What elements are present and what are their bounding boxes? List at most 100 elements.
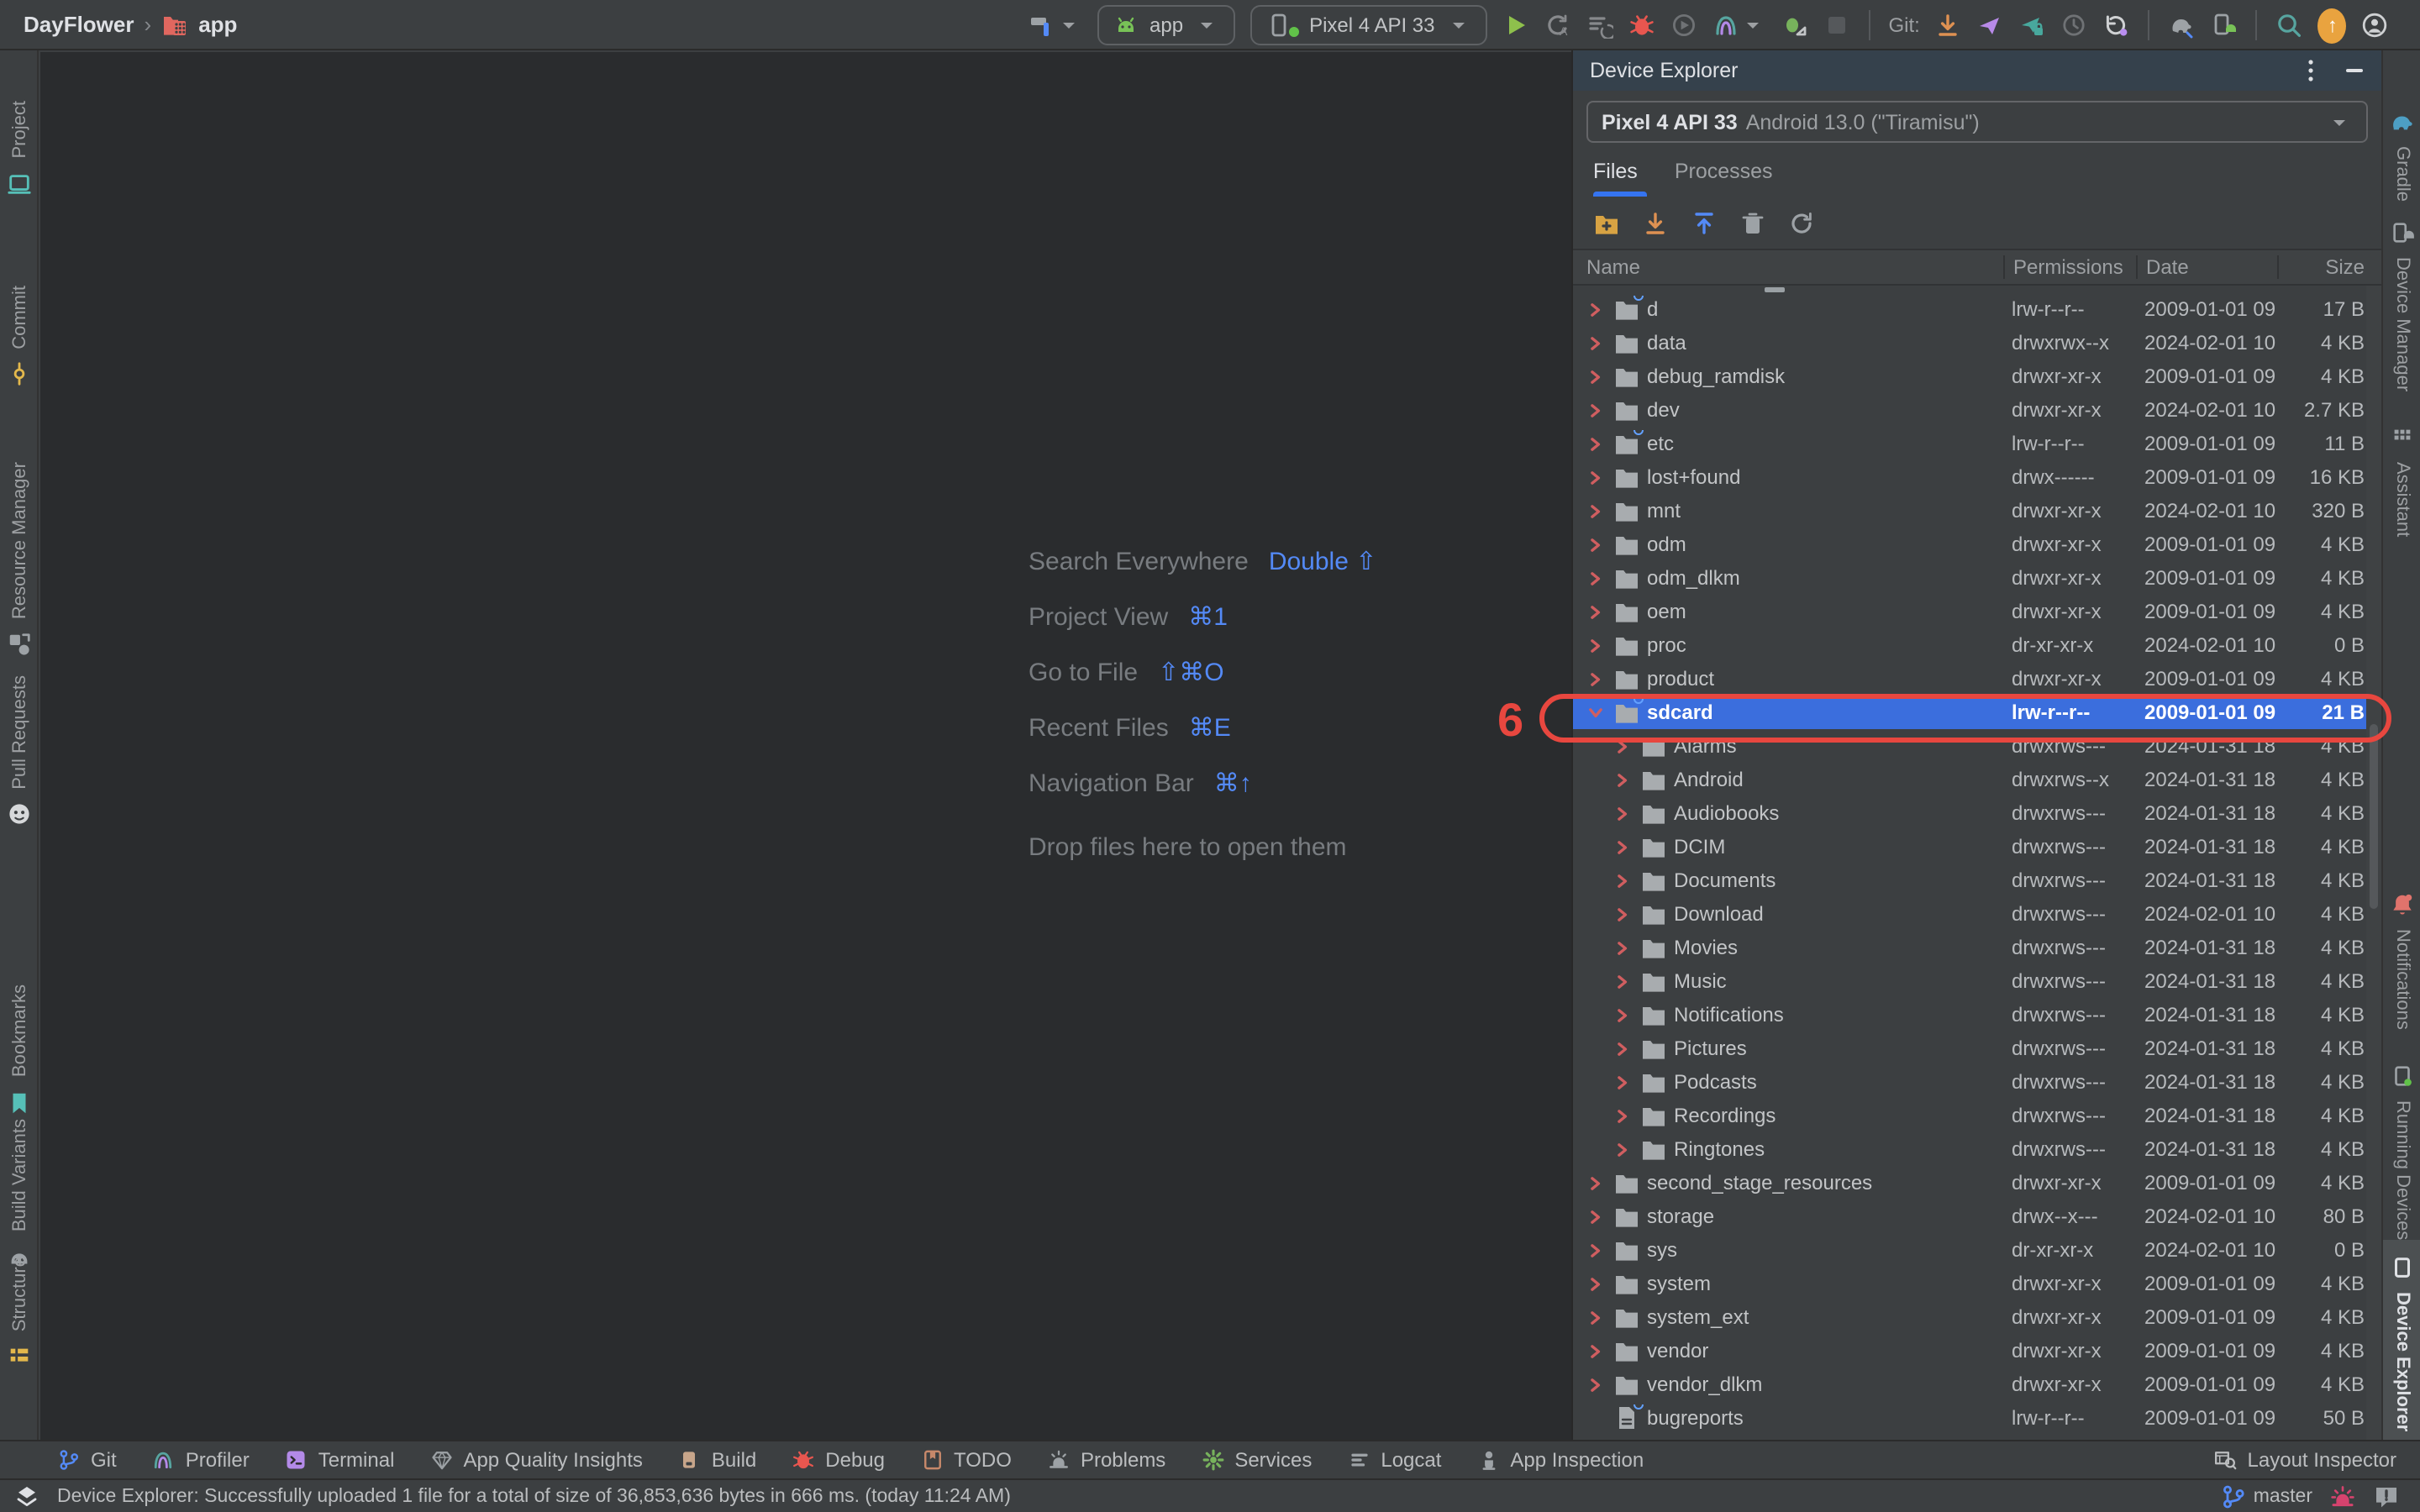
file-row-data[interactable]: datadrwxrwx--x2024-02-01 10:244 KB [1573,326,2381,360]
problems-siren-icon[interactable] [2329,1483,2356,1509]
file-row-odm_dlkm[interactable]: odm_dlkmdrwxr-xr-x2009-01-01 09:004 KB [1573,561,2381,595]
panel-minimize-icon[interactable] [2341,57,2368,84]
panel-options-icon[interactable] [2297,57,2324,84]
file-row-product[interactable]: productdrwxr-xr-x2009-01-01 09:004 KB [1573,662,2381,696]
gradle-sync-button[interactable] [2169,12,2196,39]
tool-stripe-item-running-devices[interactable]: Running Devices [2383,1062,2420,1240]
file-row-vendor[interactable]: vendordrwxr-xr-x2009-01-01 09:004 KB [1573,1334,2381,1368]
file-row-bugreports[interactable]: bugreportslrw-r--r--2009-01-01 09:0050 B [1573,1401,2381,1435]
git-push-button[interactable] [1977,12,2004,39]
file-row-dev[interactable]: devdrwxr-xr-x2024-02-01 10:242.7 KB [1573,393,2381,427]
expand-chevron-icon[interactable] [1610,871,1634,890]
column-header-permissions[interactable]: Permissions [2003,255,2136,279]
expand-chevron-icon[interactable] [1583,1308,1607,1326]
file-row-Notifications[interactable]: Notificationsdrwxrws---2024-01-31 18:594… [1573,998,2381,1032]
file-row-etc[interactable]: etclrw-r--r--2009-01-01 09:0011 B [1573,427,2381,460]
expand-chevron-icon[interactable] [1610,770,1634,789]
device-selector[interactable]: Pixel 4 API 33 Android 13.0 ("Tiramisu") [1586,101,2368,143]
expand-chevron-icon[interactable] [1583,1341,1607,1360]
git-update-button[interactable] [1935,12,1962,39]
expand-chevron-icon[interactable] [1610,972,1634,990]
tool-window-button-git[interactable]: Git [57,1448,117,1472]
stop-button[interactable] [1823,12,1850,39]
expand-chevron-icon[interactable] [1610,804,1634,822]
column-header-name[interactable]: Name [1573,255,2003,279]
file-row-debug_ramdisk[interactable]: debug_ramdiskdrwxr-xr-x2009-01-01 09:004… [1573,360,2381,393]
expand-chevron-icon[interactable] [1583,1173,1607,1192]
expand-chevron-icon[interactable] [1583,434,1607,453]
tool-window-button-problems[interactable]: Problems [1047,1448,1165,1472]
expand-chevron-icon[interactable] [1610,1005,1634,1024]
tool-stripe-item-commit[interactable]: Commit [0,286,39,388]
scrollbar[interactable] [2366,286,2381,1440]
file-row-system_ext[interactable]: system_extdrwxr-xr-x2009-01-01 09:004 KB [1573,1300,2381,1334]
file-row-DCIM[interactable]: DCIMdrwxrws---2024-01-31 18:594 KB [1573,830,2381,864]
file-row-Android[interactable]: Androiddrwxrws--x2024-01-31 18:594 KB [1573,763,2381,796]
layers-icon[interactable] [13,1483,40,1509]
expand-chevron-icon[interactable] [1583,1207,1607,1226]
file-row-Music[interactable]: Musicdrwxrws---2024-01-31 18:594 KB [1573,964,2381,998]
file-row-Podcasts[interactable]: Podcastsdrwxrws---2024-01-31 18:594 KB [1573,1065,2381,1099]
apply-changes-button[interactable]: A [1544,12,1571,39]
collapse-chevron-icon[interactable] [1583,703,1607,722]
column-header-date[interactable]: Date [2136,255,2277,279]
module-name[interactable]: app [198,12,237,37]
run-button[interactable] [1502,12,1529,39]
history-button[interactable] [2061,12,2088,39]
upload-file-button[interactable] [1691,210,1718,237]
file-row-Pictures[interactable]: Picturesdrwxrws---2024-01-31 18:594 KB [1573,1032,2381,1065]
expand-chevron-icon[interactable] [1610,737,1634,755]
apply-code-changes-button[interactable] [1586,12,1613,39]
tool-stripe-item-device-explorer[interactable]: Device Explorer [2383,1240,2420,1445]
expand-chevron-icon[interactable] [1610,1106,1634,1125]
new-folder-button[interactable] [1593,210,1620,237]
file-row-Alarms[interactable]: Alarmsdrwxrws---2024-01-31 18:594 KB [1573,729,2381,763]
profile-button[interactable] [1670,12,1697,39]
file-row-lost+found[interactable]: lost+founddrwx------2009-01-01 09:0016 K… [1573,460,2381,494]
tool-stripe-item-resource-manager[interactable]: Resource Manager [0,462,39,658]
expand-chevron-icon[interactable] [1610,938,1634,957]
expand-chevron-icon[interactable] [1583,300,1607,318]
file-row-system[interactable]: systemdrwxr-xr-x2009-01-01 09:004 KB [1573,1267,2381,1300]
expand-chevron-icon[interactable] [1583,669,1607,688]
tool-window-button-profiler[interactable]: Profiler [152,1448,250,1472]
debug-button[interactable] [1628,12,1655,39]
file-row-Recordings[interactable]: Recordingsdrwxrws---2024-01-31 18:594 KB [1573,1099,2381,1132]
file-row-oem[interactable]: oemdrwxr-xr-x2009-01-01 09:004 KB [1573,595,2381,628]
tool-window-button-terminal[interactable]: Terminal [285,1448,395,1472]
file-row-storage[interactable]: storagedrwx--x---2024-02-01 10:2480 B [1573,1200,2381,1233]
project-name[interactable]: DayFlower [24,12,134,37]
git-push-protected-button[interactable] [2019,12,2046,39]
expand-chevron-icon[interactable] [1583,1375,1607,1394]
file-row-proc[interactable]: procdr-xr-xr-x2024-02-01 10:240 B [1573,628,2381,662]
rollback-button[interactable] [2103,12,2130,39]
profiler-button[interactable] [1712,12,1766,39]
expand-chevron-icon[interactable] [1610,1073,1634,1091]
tool-stripe-item-structure[interactable]: Structure [0,1257,39,1370]
expand-chevron-icon[interactable] [1583,636,1607,654]
tool-stripe-item-pull-requests[interactable]: Pull Requests [0,675,39,828]
expand-chevron-icon[interactable] [1583,367,1607,386]
expand-chevron-icon[interactable] [1583,501,1607,520]
tool-stripe-item-notifications[interactable]: Notifications [2383,890,2420,1030]
file-row-sys[interactable]: sysdr-xr-xr-x2024-02-01 10:240 B [1573,1233,2381,1267]
expand-chevron-icon[interactable] [1583,401,1607,419]
tool-stripe-item-bookmarks[interactable]: Bookmarks [0,984,39,1116]
download-file-button[interactable] [1642,210,1669,237]
file-row-second_stage_resources[interactable]: second_stage_resourcesdrwxr-xr-x2009-01-… [1573,1166,2381,1200]
run-configuration-selector[interactable]: app [1097,5,1235,45]
expand-chevron-icon[interactable] [1583,468,1607,486]
tool-window-button-logcat[interactable]: Logcat [1347,1448,1441,1472]
file-row-vendor_dlkm[interactable]: vendor_dlkmdrwxr-xr-x2009-01-01 09:004 K… [1573,1368,2381,1401]
tool-window-button-layout-inspector[interactable]: Layout Inspector [2214,1448,2420,1472]
tool-window-button-todo[interactable]: TODO [920,1448,1012,1472]
profile-avatar-button[interactable] [2362,12,2389,39]
tool-window-button-app-quality-insights[interactable]: App Quality Insights [429,1448,642,1472]
tool-window-button-build[interactable]: Build [678,1448,756,1472]
file-row-mnt[interactable]: mntdrwxr-xr-x2024-02-01 10:24320 B [1573,494,2381,528]
file-row-Movies[interactable]: Moviesdrwxrws---2024-01-31 18:594 KB [1573,931,2381,964]
delete-button[interactable] [1739,210,1766,237]
tool-window-button-debug[interactable]: Debug [792,1448,885,1472]
tool-stripe-item-device-manager[interactable]: Device Manager [2383,218,2420,391]
file-row-Documents[interactable]: Documentsdrwxrws---2024-01-31 18:594 KB [1573,864,2381,897]
